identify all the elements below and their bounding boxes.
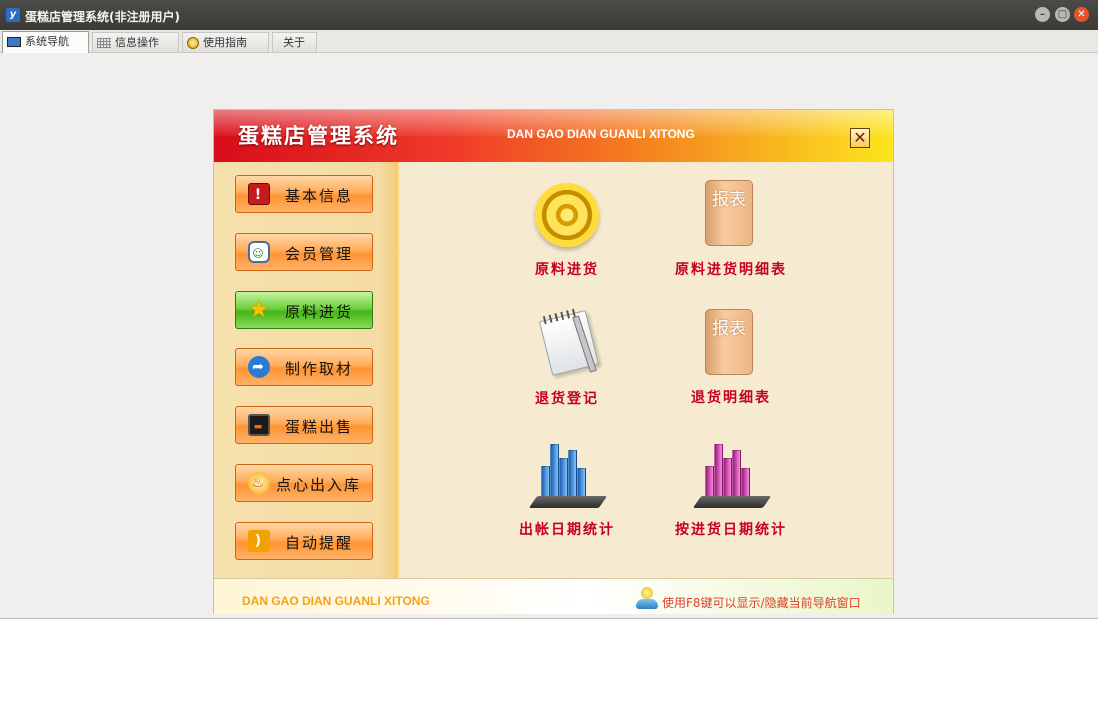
item-label: 原料进货明细表 bbox=[675, 262, 787, 278]
chart-bar bbox=[705, 466, 714, 498]
navigation-panel: 蛋糕店管理系统 DAN GAO DIAN GUANLI XITONG ✕ ! 基… bbox=[214, 110, 893, 614]
sidebar-item-label: 自动提醒 bbox=[285, 534, 354, 552]
user-head bbox=[641, 587, 653, 599]
app-window: y 蛋糕店管理系统(非注册用户) – □ ✕ 系统导航 信息操作 使用指南 关于… bbox=[0, 0, 1098, 619]
tab-label: 关于 bbox=[283, 36, 305, 49]
footer-brand-text: DAN GAO DIAN GUANLI XITONG bbox=[242, 594, 430, 608]
chart-bar bbox=[541, 466, 550, 498]
sidebar-item-label: 原料进货 bbox=[285, 303, 354, 321]
app-logo-icon: y bbox=[6, 8, 20, 22]
grid-icon bbox=[97, 38, 111, 48]
item-label: 退货明细表 bbox=[691, 390, 771, 406]
panel-title: 蛋糕店管理系统 bbox=[238, 124, 399, 148]
tab-info-operation[interactable]: 信息操作 bbox=[92, 32, 179, 52]
panel-close-button[interactable]: ✕ bbox=[850, 128, 870, 148]
sidebar-item-material-purchase[interactable]: ★ 原料进货 bbox=[235, 291, 373, 329]
report-icon: 报表 bbox=[705, 309, 753, 375]
sidebar-item-member-management[interactable]: ☺ 会员管理 bbox=[235, 233, 373, 271]
sidebar-item-label: 点心出入库 bbox=[276, 476, 362, 494]
member-card-icon: ☺ bbox=[248, 241, 270, 263]
sidebar-item-cake-sales[interactable]: ▬ 蛋糕出售 bbox=[235, 406, 373, 444]
tab-user-guide[interactable]: 使用指南 bbox=[182, 32, 269, 52]
arrow-icon: ➦ bbox=[248, 356, 270, 378]
sidebar: ! 基本信息 ☺ 会员管理 ★ 原料进货 ➦ 制作取材 ▬ 蛋糕出售 ♨ 点心出… bbox=[214, 162, 399, 578]
billing-date-stats-item[interactable]: 出帐日期统计 bbox=[487, 420, 647, 540]
item-label: 出帐日期统计 bbox=[519, 522, 615, 538]
pink-bar-chart-icon bbox=[692, 434, 772, 508]
title-bar: y 蛋糕店管理系统(非注册用户) – □ ✕ bbox=[0, 0, 1098, 30]
function-grid: 原料进货 报表 原料进货明细表 退货登记 报表 退货明细表 出帐日期统计 按进货… bbox=[399, 162, 893, 578]
blue-bar-chart-icon bbox=[528, 434, 608, 508]
monitor-icon: ▬ bbox=[248, 414, 270, 436]
chart-bar bbox=[577, 468, 586, 498]
return-detail-report-item[interactable]: 报表 退货明细表 bbox=[651, 291, 811, 411]
report-icon: 报表 bbox=[705, 180, 753, 246]
tab-about[interactable]: 关于 bbox=[272, 32, 317, 52]
sidebar-item-label: 制作取材 bbox=[285, 360, 354, 378]
window-title: 蛋糕店管理系统(非注册用户) bbox=[25, 10, 180, 24]
sidebar-item-production[interactable]: ➦ 制作取材 bbox=[235, 348, 373, 386]
chart-bar bbox=[568, 450, 577, 498]
tab-label: 信息操作 bbox=[115, 36, 159, 49]
purchase-date-stats-item[interactable]: 按进货日期统计 bbox=[651, 420, 811, 540]
sidebar-item-label: 会员管理 bbox=[285, 245, 354, 263]
item-label: 原料进货 bbox=[535, 262, 599, 278]
sidebar-item-label: 基本信息 bbox=[285, 187, 354, 205]
target-icon bbox=[535, 183, 599, 247]
user-icon bbox=[634, 587, 660, 611]
info-icon: ! bbox=[248, 183, 270, 205]
panel-subtitle: DAN GAO DIAN GUANLI XITONG bbox=[507, 127, 695, 141]
chart-bar bbox=[559, 458, 568, 498]
minimize-button[interactable]: – bbox=[1035, 7, 1050, 22]
sidebar-item-label: 蛋糕出售 bbox=[285, 418, 354, 436]
chart-bar bbox=[550, 444, 559, 498]
chart-bar bbox=[714, 444, 723, 498]
rss-icon: ) bbox=[248, 530, 270, 552]
monitor-icon bbox=[7, 37, 21, 47]
tab-label: 系统导航 bbox=[25, 35, 69, 48]
sidebar-item-pastry-inventory[interactable]: ♨ 点心出入库 bbox=[235, 464, 373, 502]
chart-bar bbox=[741, 468, 750, 498]
chart-bar bbox=[723, 458, 732, 498]
chart-bar bbox=[732, 450, 741, 498]
panel-banner: 蛋糕店管理系统 DAN GAO DIAN GUANLI XITONG ✕ bbox=[214, 110, 893, 162]
item-label: 退货登记 bbox=[535, 391, 599, 407]
return-registration-item[interactable]: 退货登记 bbox=[487, 291, 647, 411]
star-icon: ★ bbox=[248, 295, 272, 323]
f8-hint-text: 使用F8键可以显示/隐藏当前导航窗口 bbox=[662, 596, 861, 610]
panel-footer: DAN GAO DIAN GUANLI XITONG 使用F8键可以显示/隐藏当… bbox=[214, 578, 893, 614]
help-icon bbox=[187, 37, 199, 49]
material-purchase-item[interactable]: 原料进货 bbox=[487, 162, 647, 282]
tab-bar: 系统导航 信息操作 使用指南 关于 bbox=[0, 30, 1098, 53]
chart-base bbox=[528, 496, 608, 508]
purchase-detail-report-item[interactable]: 报表 原料进货明细表 bbox=[651, 162, 811, 282]
sidebar-item-basic-info[interactable]: ! 基本信息 bbox=[235, 175, 373, 213]
item-label: 按进货日期统计 bbox=[675, 522, 787, 538]
maximize-button[interactable]: □ bbox=[1055, 7, 1070, 22]
chart-base bbox=[692, 496, 772, 508]
fire-icon: ♨ bbox=[248, 472, 270, 494]
sidebar-item-auto-reminder[interactable]: ) 自动提醒 bbox=[235, 522, 373, 560]
close-window-button[interactable]: ✕ bbox=[1074, 7, 1089, 22]
user-body bbox=[636, 599, 658, 609]
tab-label: 使用指南 bbox=[203, 36, 247, 49]
tab-system-navigation[interactable]: 系统导航 bbox=[2, 31, 89, 53]
